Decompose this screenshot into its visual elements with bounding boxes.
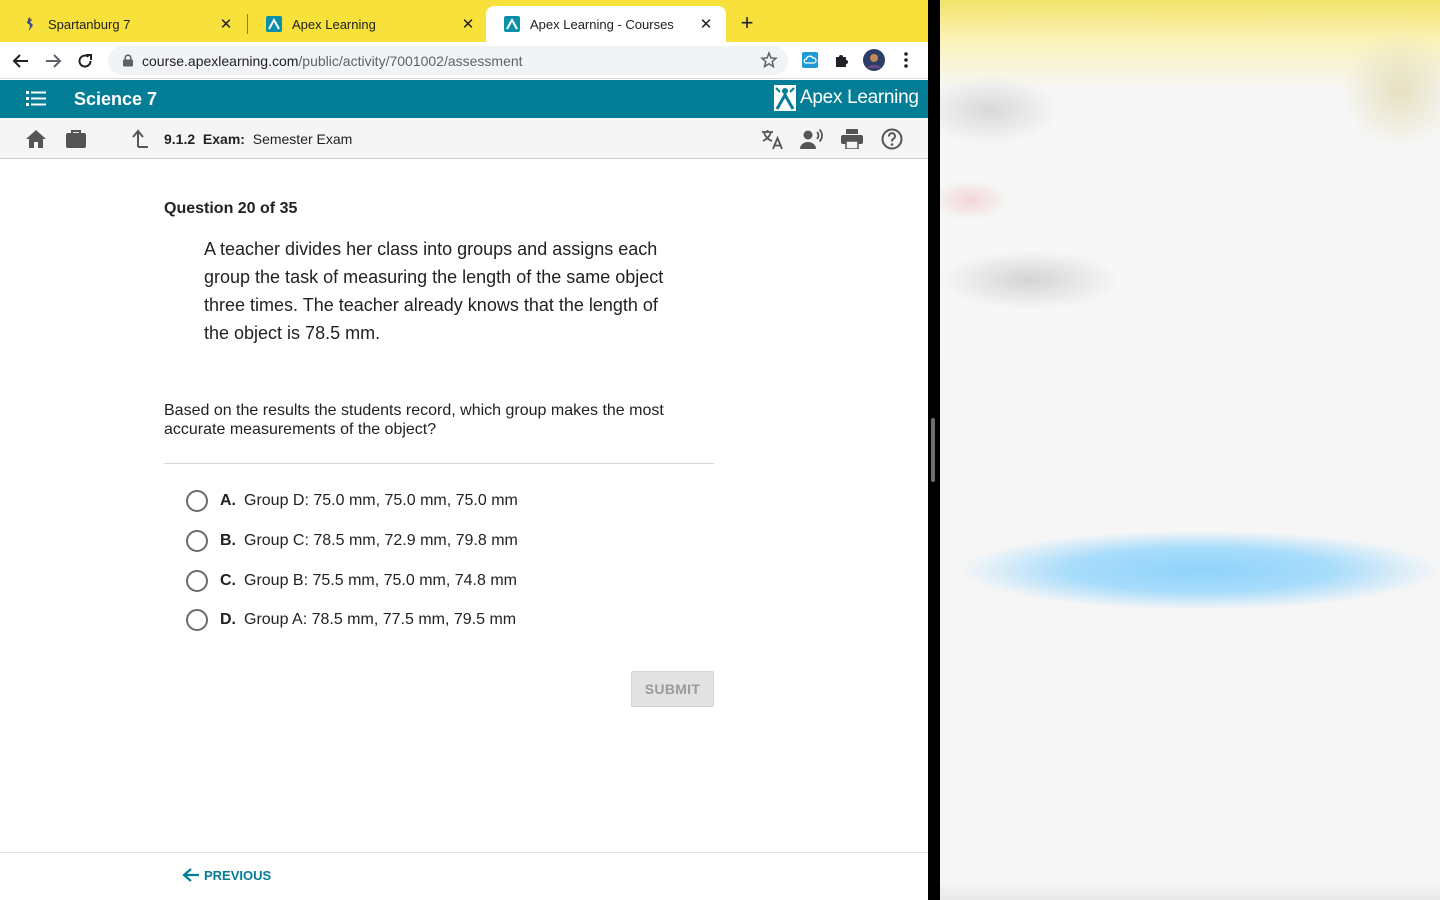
course-header: Science 7 Apex Learning [0, 80, 928, 118]
bookmark-star-icon[interactable] [760, 51, 778, 69]
tab-title: Apex Learning - Courses [530, 16, 674, 32]
activity-toolbar: 9.1.2 Exam: Semester Exam [0, 118, 928, 159]
breadcrumb-type: Exam: [202, 131, 245, 147]
up-level-arrow-icon[interactable] [128, 127, 152, 151]
address-bar[interactable]: course.apexlearning.com/public/activity/… [108, 46, 788, 75]
option-letter: A. [220, 492, 236, 509]
forward-arrow-icon[interactable] [40, 48, 66, 74]
tab-title: Spartanburg 7 [48, 16, 131, 32]
radio-button[interactable] [186, 490, 208, 512]
browser-window: Spartanburg 7 ✕ Apex Learning ✕ Apex Lea… [0, 0, 928, 900]
breadcrumb-section: 9.1.2 [164, 131, 196, 147]
close-tab-icon[interactable]: ✕ [216, 14, 236, 34]
lock-icon[interactable] [122, 54, 134, 67]
option-letter: B. [220, 532, 236, 549]
profile-avatar[interactable] [862, 48, 886, 72]
answer-option-b[interactable]: B. Group C: 78.5 mm, 72.9 mm, 79.8 mm [186, 528, 518, 554]
question-stem: A teacher divides her class into groups … [204, 239, 664, 343]
question-number: Question 20 of 35 [164, 200, 298, 217]
text-to-speech-icon[interactable] [800, 127, 824, 151]
radio-button[interactable] [186, 570, 208, 592]
browser-toolbar: course.apexlearning.com/public/activity/… [0, 42, 928, 79]
window-splitter[interactable] [928, 0, 940, 900]
cloud-extension-icon[interactable] [798, 48, 822, 72]
new-tab-icon[interactable]: + [736, 12, 758, 34]
url-host: course.apexlearning.com [142, 52, 299, 69]
briefcase-icon[interactable] [64, 127, 88, 151]
option-text: Group B: 75.5 mm, 75.0 mm, 74.8 mm [244, 572, 517, 589]
tab-spartanburg[interactable]: Spartanburg 7 ✕ [4, 6, 246, 42]
option-letter: D. [220, 611, 236, 628]
tab-apex-learning[interactable]: Apex Learning ✕ [248, 6, 488, 42]
apex-favicon-icon [504, 16, 520, 32]
question-prompt: Based on the results the students record… [164, 402, 664, 438]
apex-logo-icon [774, 85, 796, 111]
radio-button[interactable] [186, 609, 208, 631]
answer-option-a[interactable]: A. Group D: 75.0 mm, 75.0 mm, 75.0 mm [186, 488, 518, 514]
help-icon[interactable] [880, 127, 904, 151]
print-icon[interactable] [840, 127, 864, 151]
tab-strip: Spartanburg 7 ✕ Apex Learning ✕ Apex Lea… [0, 0, 928, 42]
option-letter: C. [220, 572, 236, 589]
close-tab-icon[interactable]: ✕ [696, 14, 716, 34]
brand-text: Apex Learning [800, 87, 919, 108]
option-text: Group A: 78.5 mm, 77.5 mm, 79.5 mm [244, 611, 517, 628]
activity-footer: PREVIOUS [0, 852, 928, 900]
splitter-handle[interactable] [931, 418, 935, 482]
breadcrumb-name: Semester Exam [252, 131, 353, 147]
previous-button[interactable]: PREVIOUS [182, 867, 271, 883]
apex-favicon-icon [266, 16, 282, 32]
back-arrow-icon[interactable] [8, 48, 34, 74]
spartanburg-favicon-icon [27, 17, 33, 31]
browser-menu-icon[interactable] [894, 48, 918, 72]
translate-icon[interactable] [760, 127, 784, 151]
apex-learning-logo: Apex Learning [774, 85, 919, 111]
option-text: Group C: 78.5 mm, 72.9 mm, 79.8 mm [244, 532, 518, 549]
option-text: Group D: 75.0 mm, 75.0 mm, 75.0 mm [244, 492, 518, 509]
breadcrumb: 9.1.2 Exam: Semester Exam [164, 131, 352, 147]
extensions-puzzle-icon[interactable] [830, 48, 854, 72]
home-icon[interactable] [24, 127, 48, 151]
submit-button[interactable]: SUBMIT [631, 671, 714, 707]
question-divider [164, 463, 714, 464]
blurred-background-window [940, 0, 1440, 900]
course-title: Science 7 [74, 89, 158, 109]
radio-button[interactable] [186, 530, 208, 552]
hamburger-menu-icon[interactable] [26, 91, 46, 106]
arrow-left-icon [182, 868, 199, 882]
tab-apex-courses[interactable]: Apex Learning - Courses ✕ [486, 6, 726, 42]
previous-label: PREVIOUS [204, 867, 272, 883]
close-tab-icon[interactable]: ✕ [458, 14, 478, 34]
tab-title: Apex Learning [292, 16, 376, 32]
answer-option-d[interactable]: D. Group A: 78.5 mm, 77.5 mm, 79.5 mm [186, 607, 516, 633]
reload-icon[interactable] [72, 48, 98, 74]
answer-option-c[interactable]: C. Group B: 75.5 mm, 75.0 mm, 74.8 mm [186, 568, 517, 594]
url-path: /public/activity/7001002/assessment [298, 52, 523, 69]
